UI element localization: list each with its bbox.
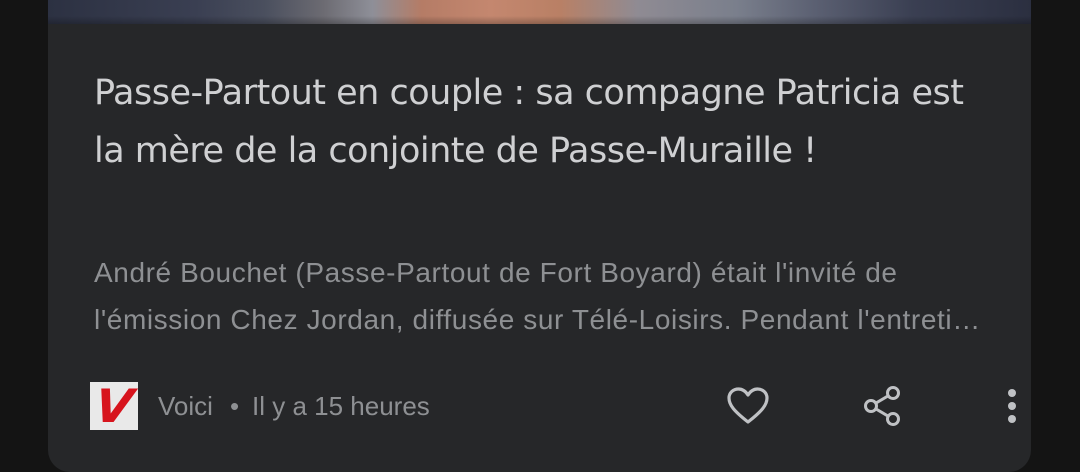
share-icon — [864, 386, 900, 426]
voici-logo-letter: V — [91, 379, 137, 433]
like-button[interactable] — [722, 380, 774, 432]
more-vertical-icon — [1008, 389, 1016, 423]
article-headline[interactable]: Passe-Partout en couple : sa compagne Pa… — [94, 64, 974, 180]
news-card[interactable]: Passe-Partout en couple : sa compagne Pa… — [48, 0, 1031, 472]
more-options-button[interactable] — [986, 380, 1031, 432]
heart-outline-icon — [727, 387, 769, 424]
article-thumbnail[interactable] — [48, 0, 1031, 24]
article-snippet[interactable]: André Bouchet (Passe-Partout de Fort Boy… — [94, 249, 994, 343]
source-logo[interactable]: V — [90, 379, 138, 433]
card-footer: V Voici • Il y a 15 heures — [90, 379, 1016, 433]
share-button[interactable] — [856, 380, 908, 432]
meta-separator: • — [230, 391, 240, 421]
publish-time: Il y a 15 heures — [252, 391, 430, 421]
source-name[interactable]: Voici — [158, 390, 213, 422]
